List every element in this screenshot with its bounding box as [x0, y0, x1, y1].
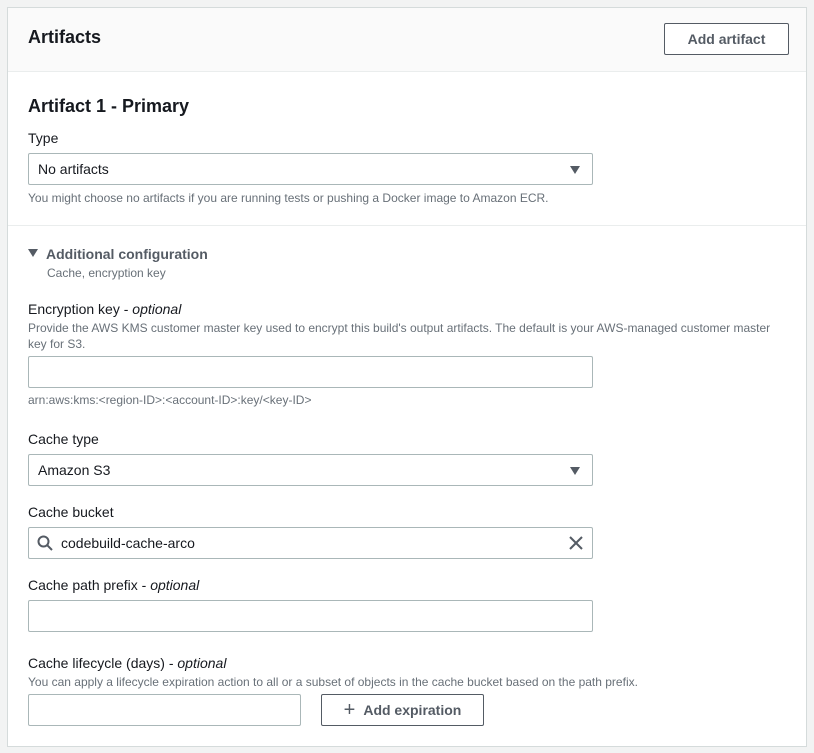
type-label: Type	[28, 130, 59, 146]
encryption-key-input[interactable]	[28, 356, 593, 388]
caret-down-icon	[570, 467, 580, 475]
section-divider	[8, 225, 806, 226]
additional-config-title: Additional configuration	[46, 246, 208, 262]
panel-title: Artifacts	[28, 27, 102, 47]
cache-path-label: Cache path prefix - optional	[28, 577, 200, 593]
encryption-key-hint: arn:aws:kms:<region-ID>:<account-ID>:key…	[28, 393, 312, 407]
cache-type-value: Amazon S3	[38, 462, 111, 478]
type-select-value: No artifacts	[38, 161, 109, 177]
caret-down-icon	[28, 249, 38, 258]
plus-icon: +	[343, 699, 356, 721]
cache-bucket-input[interactable]	[28, 527, 593, 559]
cache-bucket-label: Cache bucket	[28, 504, 114, 520]
cache-type-label: Cache type	[28, 431, 99, 447]
add-artifact-button[interactable]: Add artifact	[664, 23, 789, 55]
cache-lifecycle-help: You can apply a lifecycle expiration act…	[28, 675, 638, 689]
cache-lifecycle-input[interactable]	[28, 694, 301, 726]
cache-lifecycle-label: Cache lifecycle (days) - optional	[28, 655, 227, 671]
artifact-title: Artifact 1 - Primary	[28, 96, 190, 116]
encryption-key-help: Provide the AWS KMS customer master key …	[28, 321, 771, 351]
caret-down-icon	[570, 166, 580, 174]
type-help: You might choose no artifacts if you are…	[28, 191, 549, 205]
additional-config-toggle[interactable]: Additional configuration	[28, 246, 208, 262]
clear-icon[interactable]	[568, 535, 584, 551]
add-expiration-label: Add expiration	[363, 702, 462, 718]
search-icon	[37, 535, 53, 551]
cache-bucket-field	[28, 527, 593, 559]
cache-path-input[interactable]	[28, 600, 593, 632]
additional-config-subtitle: Cache, encryption key	[47, 266, 166, 280]
panel-header: Artifacts Add artifact	[8, 8, 806, 72]
cache-type-select[interactable]: Amazon S3	[28, 454, 593, 486]
encryption-key-label: Encryption key - optional	[28, 301, 182, 317]
artifacts-panel: Artifacts Add artifact Artifact 1 - Prim…	[7, 7, 807, 747]
type-select[interactable]: No artifacts	[28, 153, 593, 185]
add-expiration-button[interactable]: + Add expiration	[321, 694, 484, 726]
